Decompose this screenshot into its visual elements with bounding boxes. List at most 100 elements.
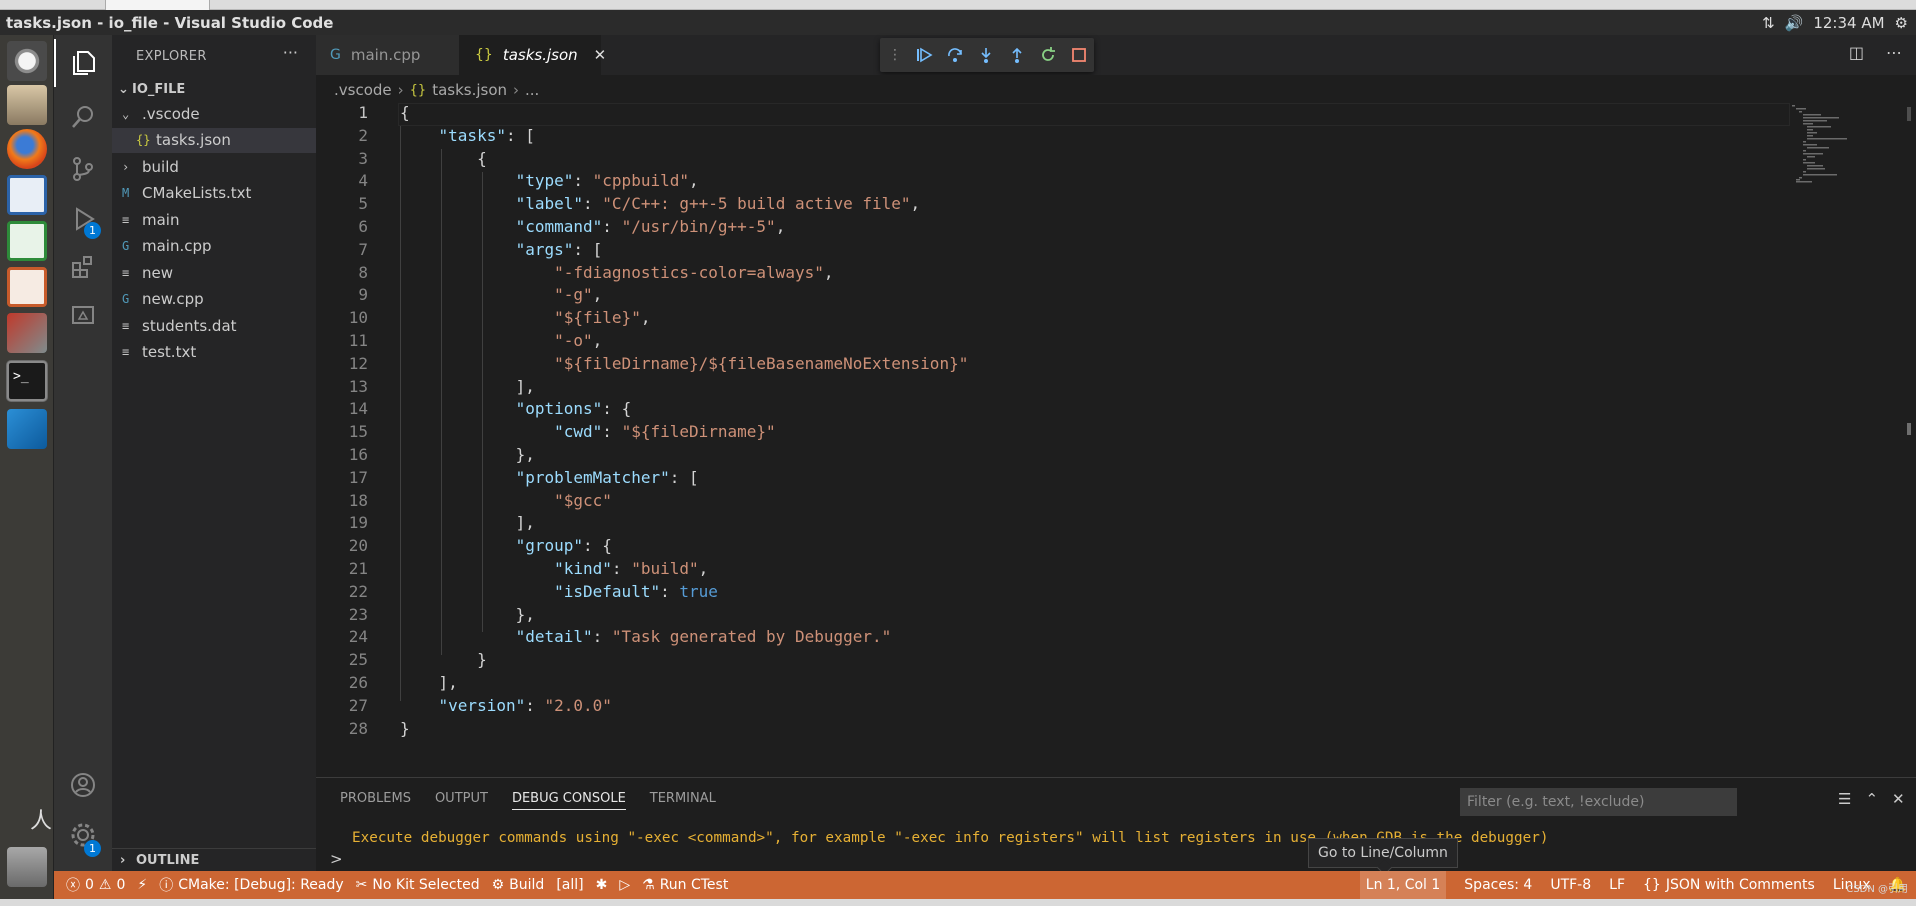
calc-icon[interactable]: [7, 221, 47, 261]
kit-status[interactable]: ✂ No Kit Selected: [356, 877, 480, 893]
build-target[interactable]: [all]: [556, 877, 583, 893]
close-panel-icon[interactable]: ✕: [1892, 790, 1905, 808]
clock[interactable]: 12:34 AM: [1813, 14, 1884, 32]
line-number: 2: [358, 125, 368, 145]
encoding-status[interactable]: UTF-8: [1550, 877, 1591, 893]
tools-icon: ✂: [355, 877, 368, 893]
code-token: :: [660, 581, 680, 601]
tree-item-label: students.dat: [142, 316, 237, 335]
cursor-position[interactable]: Ln 1, Col 1: [1359, 871, 1447, 899]
code-editor[interactable]: 1{2 "tasks": [3 {4 "type": "cppbuild", 5 …: [316, 103, 1916, 777]
writer-icon[interactable]: [7, 175, 47, 215]
run-debug-icon[interactable]: 1: [54, 195, 112, 243]
tree-item[interactable]: ≡ test.txt: [112, 340, 316, 365]
run-play-icon[interactable]: ▷: [619, 877, 630, 893]
tree-item[interactable]: ≡ new: [112, 260, 316, 285]
code-token: },: [400, 604, 535, 624]
input-method-icon[interactable]: 人: [30, 803, 52, 835]
code-text: "$gcc": [400, 491, 612, 510]
step-out-icon[interactable]: [1008, 46, 1026, 64]
code-text: "-g",: [400, 285, 602, 304]
continue-icon[interactable]: [915, 46, 933, 64]
remote-explorer-icon[interactable]: [54, 291, 112, 339]
code-token: : [: [669, 467, 699, 487]
problems-status[interactable]: ⓧ 0 ⚠ 0: [66, 875, 125, 895]
breadcrumb-more[interactable]: ...: [525, 81, 539, 99]
vscode-icon[interactable]: [7, 409, 47, 449]
code-line: 24 "detail": "Task generated by Debugger…: [316, 627, 1796, 650]
code-line: 19 ],: [316, 513, 1796, 536]
code-line: 22 "isDefault": true: [316, 582, 1796, 605]
outline-section[interactable]: › OUTLINE: [112, 848, 316, 871]
line-number: 13: [348, 376, 368, 396]
breadcrumb-folder[interactable]: .vscode: [334, 81, 392, 99]
volume-icon[interactable]: 🔊: [1785, 14, 1804, 32]
debug-bug-icon[interactable]: ✱: [596, 877, 608, 893]
split-editor-icon[interactable]: ◫: [1849, 43, 1864, 62]
minimap[interactable]: [1790, 103, 1910, 183]
stop-icon[interactable]: [1070, 46, 1088, 64]
trash-icon[interactable]: [7, 847, 47, 887]
tree-item[interactable]: ≡ students.dat: [112, 313, 316, 338]
explorer-sidebar: EXPLORER ··· ⌄ IO_FILE ⌄ .vscode {} tasks.j…: [112, 35, 316, 871]
manage-gear-icon[interactable]: 1: [54, 811, 112, 859]
impress-icon[interactable]: [7, 267, 47, 307]
source-control-icon[interactable]: [54, 145, 112, 193]
tree-item[interactable]: M CMakeLists.txt: [112, 181, 316, 206]
tree-item[interactable]: Gmain.cpp: [112, 234, 316, 259]
step-over-icon[interactable]: [946, 46, 964, 64]
maximize-panel-icon[interactable]: ⌃: [1865, 790, 1878, 808]
workspace-root[interactable]: ⌄ IO_FILE: [112, 77, 316, 102]
code-token: :: [573, 171, 593, 191]
code-token: "detail": [515, 627, 593, 647]
drag-handle-icon[interactable]: ⋮: [888, 47, 902, 63]
editor-tabs: G main.cpp {} tasks.json ✕ ◫ ⋯: [316, 35, 1916, 75]
extensions-icon[interactable]: [54, 243, 112, 291]
more-actions-icon[interactable]: ⋯: [1886, 43, 1902, 62]
tab-main-cpp[interactable]: G main.cpp: [316, 35, 459, 75]
restart-icon[interactable]: [1039, 46, 1057, 64]
code-text: ],: [400, 377, 535, 396]
close-icon[interactable]: ✕: [594, 46, 607, 64]
run-ctest-button[interactable]: ⚗ Run CTest: [642, 877, 728, 893]
code-token: "group": [515, 536, 584, 556]
browser-tab-fragment[interactable]: [105, 0, 210, 10]
system-settings-icon[interactable]: [7, 313, 47, 353]
file-manager-icon[interactable]: [7, 85, 47, 125]
line-number: 7: [358, 239, 368, 259]
file-icon: ≡: [122, 318, 130, 333]
firefox-icon[interactable]: [7, 129, 47, 169]
tab-debug-console[interactable]: DEBUG CONSOLE: [511, 788, 626, 810]
settings-gear-icon[interactable]: ⚙: [1895, 14, 1908, 32]
tree-item[interactable]: ≡ main: [112, 207, 316, 232]
ubuntu-dash-icon[interactable]: [7, 41, 47, 81]
tab-problems[interactable]: PROBLEMS: [340, 778, 411, 818]
console-prompt-icon[interactable]: >: [330, 850, 343, 868]
tab-output[interactable]: OUTPUT: [435, 778, 488, 818]
network-icon[interactable]: ⇅: [1762, 14, 1775, 32]
explorer-icon[interactable]: [54, 39, 112, 87]
breadcrumb-file[interactable]: tasks.json: [432, 81, 507, 99]
clear-console-icon[interactable]: ☰: [1838, 790, 1851, 808]
build-button[interactable]: ⚙ Build: [492, 877, 545, 893]
more-actions-icon[interactable]: ···: [283, 43, 298, 62]
tree-item[interactable]: {} tasks.json: [112, 127, 316, 153]
eol-status[interactable]: LF: [1609, 877, 1625, 893]
debug-console-filter-input[interactable]: Filter (e.g. text, !exclude): [1460, 788, 1737, 816]
language-mode[interactable]: {} JSON with Comments: [1643, 877, 1815, 893]
cmake-status[interactable]: ⓘ CMake: [Debug]: Ready: [159, 875, 343, 895]
accounts-icon[interactable]: [54, 761, 112, 809]
debug-launch-icon[interactable]: ⚡: [137, 877, 147, 893]
vertical-scrollbar[interactable]: [1898, 103, 1912, 777]
tree-item[interactable]: › build: [112, 154, 316, 179]
tree-item[interactable]: ⌄ .vscode: [112, 101, 316, 126]
search-icon[interactable]: [54, 93, 112, 141]
tab-terminal[interactable]: TERMINAL: [650, 778, 716, 818]
step-into-icon[interactable]: [977, 46, 995, 64]
tree-item[interactable]: Gnew.cpp: [112, 287, 316, 312]
tab-tasks-json[interactable]: {} tasks.json ✕: [459, 35, 606, 75]
terminal-icon[interactable]: >_: [7, 361, 47, 401]
indentation-status[interactable]: Spaces: 4: [1464, 877, 1532, 893]
code-line: 18 "$gcc": [316, 491, 1796, 514]
